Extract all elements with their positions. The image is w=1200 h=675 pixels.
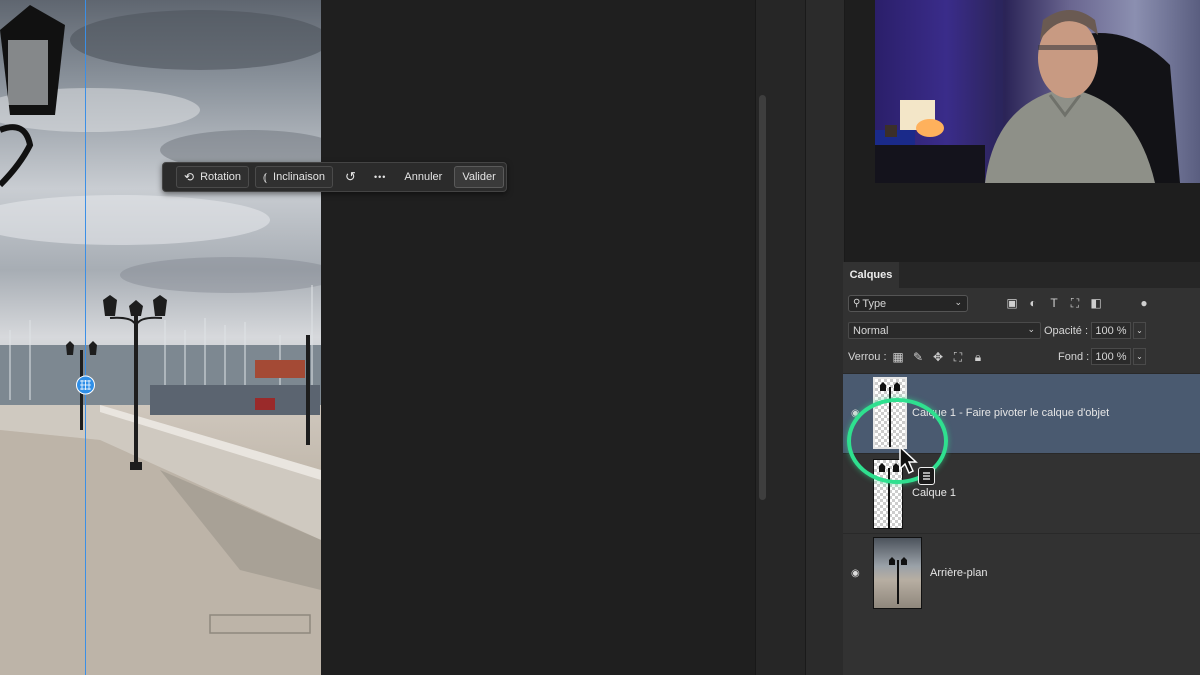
opacity-chevron-icon[interactable]: ⌄: [1133, 322, 1146, 339]
webcam-scene: [875, 0, 1180, 183]
layer-filter-select[interactable]: ⚲ Type ⌄: [848, 295, 968, 312]
fill-input[interactable]: 100 %: [1091, 348, 1131, 365]
opacity-value: 100 %: [1095, 324, 1127, 337]
eye-icon[interactable]: ◉: [851, 568, 865, 579]
canvas-pasteboard: [321, 0, 755, 675]
fill-value: 100 %: [1095, 350, 1127, 363]
chevron-down-icon: ⌄: [954, 297, 962, 307]
valider-button[interactable]: Valider: [454, 166, 504, 188]
webcam-overlay: [875, 0, 1200, 183]
more-options-button[interactable]: •••: [368, 172, 392, 182]
lock-position-icon[interactable]: ✥: [931, 350, 945, 364]
tilt-icon: ⦅: [263, 169, 268, 184]
layer-name[interactable]: Calque 1 - Faire pivoter le calque d'obj…: [912, 407, 1109, 419]
scrollbar-thumb[interactable]: [759, 95, 766, 500]
filter-value: Type: [862, 297, 887, 310]
blend-mode-value: Normal: [853, 324, 889, 337]
inclinaison-button[interactable]: ⦅ Inclinaison: [255, 166, 334, 188]
chevron-down-icon: ⌄: [1027, 324, 1035, 334]
lock-transparency-icon[interactable]: ▦: [891, 350, 905, 364]
photo-scene: [0, 0, 321, 675]
canvas-photo[interactable]: [0, 0, 321, 675]
guide-handle-icon[interactable]: [76, 376, 95, 395]
tab-calques-label: Calques: [849, 269, 893, 281]
pixel-filter-icon[interactable]: ▣: [1005, 296, 1019, 310]
inclinaison-label: Inclinaison: [273, 171, 326, 183]
lock-pixels-icon[interactable]: ✎: [911, 350, 925, 364]
valider-label: Valider: [462, 171, 496, 183]
contextual-task-bar: ⟲ Rotation ⦅ Inclinaison ↺ ••• Annuler V…: [162, 162, 507, 192]
layer-name[interactable]: Arrière-plan: [930, 567, 987, 579]
adjustment-filter-icon[interactable]: ◐: [1026, 296, 1040, 310]
lock-all-icon[interactable]: 🔒︎: [971, 350, 985, 364]
tab-calques[interactable]: Calques: [843, 262, 899, 288]
blend-mode-select[interactable]: Normal ⌄: [848, 322, 1041, 339]
lock-label: Verrou :: [848, 351, 887, 363]
opacity-input[interactable]: 100 %: [1091, 322, 1131, 339]
rotation-label: Rotation: [200, 171, 242, 183]
shape-filter-icon[interactable]: ⛶: [1068, 296, 1082, 310]
reset-icon[interactable]: ↺: [339, 169, 362, 185]
layer-name[interactable]: Calque 1: [912, 487, 956, 499]
opacity-label: Opacité :: [1044, 325, 1089, 337]
lock-artboard-icon[interactable]: ⛶: [951, 350, 965, 364]
collapsed-panel-strip: [805, 0, 845, 675]
layer-row[interactable]: ◉ Arrière-plan: [843, 533, 1200, 613]
annuler-button[interactable]: Annuler: [398, 171, 448, 183]
fill-chevron-icon[interactable]: ⌄: [1133, 348, 1146, 365]
mouse-cursor-icon: [899, 445, 918, 475]
search-icon: ⚲: [853, 298, 861, 309]
rotation-button[interactable]: ⟲ Rotation: [176, 166, 250, 188]
filter-toggle-icon[interactable]: ●: [1137, 296, 1151, 310]
context-menu-badge-icon: [918, 467, 935, 485]
layer-thumbnail: [873, 537, 922, 609]
smart-object-filter-icon[interactable]: ◧: [1089, 296, 1103, 310]
panel-tab-bar: Calques: [843, 262, 1200, 288]
type-filter-icon[interactable]: T: [1047, 296, 1061, 310]
rotate-lasso-icon: ⟲: [184, 170, 195, 184]
fill-label: Fond :: [1058, 351, 1090, 363]
